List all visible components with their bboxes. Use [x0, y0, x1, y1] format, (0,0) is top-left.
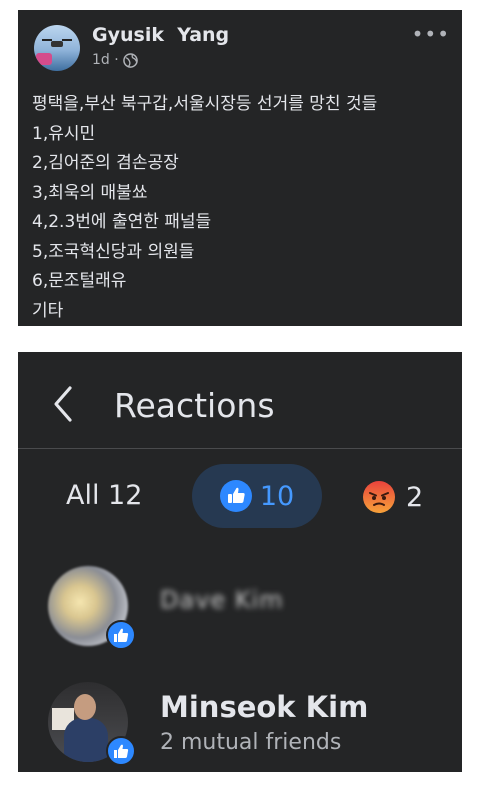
profile-frame-badge	[36, 53, 52, 65]
mutual-friends: 2 mutual friends	[160, 730, 342, 755]
post-card: Gyusik Yang 1d · ••• 평택을,부산 북구갑,서울시장등 선거…	[18, 10, 462, 326]
globe-icon	[122, 52, 138, 68]
reactions-panel: Reactions All 12 10 2 Dave Kim Minseok K…	[18, 352, 462, 772]
back-arrow-icon[interactable]	[52, 384, 74, 424]
post-line: 3,최욱의 매불쑈	[32, 182, 148, 203]
person-name[interactable]: Minseok Kim	[160, 690, 368, 724]
list-item[interactable]: Minseok Kim 2 mutual friends	[48, 682, 448, 772]
post-line: 5,조국혁신당과 의원들	[32, 241, 195, 262]
list-item[interactable]: Dave Kim	[48, 566, 448, 656]
person-name-blurred[interactable]: Dave Kim	[160, 586, 284, 614]
author-avatar[interactable]	[34, 25, 80, 71]
angry-count: 2	[406, 481, 424, 513]
avatar-body	[64, 718, 108, 762]
like-badge-icon	[106, 736, 136, 766]
tab-all-reactions[interactable]: All 12	[66, 480, 142, 511]
angry-reaction-icon	[363, 481, 395, 513]
like-count: 10	[259, 480, 295, 512]
reactions-title: Reactions	[114, 386, 275, 425]
avatar-head	[74, 694, 96, 720]
author-name[interactable]: Gyusik Yang	[92, 24, 229, 46]
drone-icon	[42, 39, 72, 47]
post-time: 1d ·	[92, 52, 138, 68]
post-line: 2,김어준의 겸손공장	[32, 153, 179, 173]
post-line: 6,문조털래유	[32, 271, 127, 291]
post-body: 평택을,부산 북구갑,서울시장등 선거를 망친 것들 1,유시민 2,김어준의 …	[32, 90, 452, 326]
tab-like-reactions[interactable]: 10	[192, 464, 322, 528]
like-reaction-icon	[219, 480, 252, 512]
more-options-icon[interactable]: •••	[412, 22, 450, 46]
like-badge-icon	[106, 620, 136, 650]
post-line: 1,유시민	[32, 123, 96, 144]
post-line: 평택을,부산 북구갑,서울시장등 선거를 망친 것들	[32, 94, 378, 114]
header-divider	[18, 448, 462, 449]
tab-angry-reactions[interactable]: 2	[362, 480, 423, 514]
post-line: 기타	[32, 300, 64, 321]
post-line: 4,2.3번에 출연한 패널들	[32, 212, 212, 232]
post-time-text: 1d ·	[92, 52, 119, 68]
